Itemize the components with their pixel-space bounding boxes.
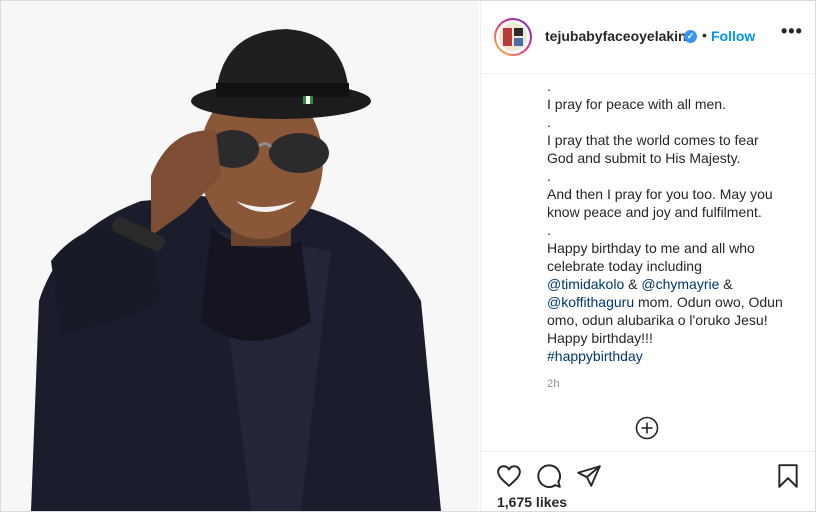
username-link[interactable]: tejubabyfaceoyelakin: [545, 28, 687, 44]
caption-line: .: [547, 168, 551, 184]
caption-line: And then I pray for you too. May you: [547, 186, 773, 202]
share-icon[interactable]: [576, 463, 602, 489]
avatar-graphic: [499, 23, 527, 51]
avatar-ring: [496, 20, 530, 54]
bookmark-glyph: [778, 464, 798, 488]
post-side-panel: tejubabyfaceoyelakin ✓ • Follow ••• . I …: [480, 1, 815, 511]
share-glyph: [577, 465, 601, 487]
post-header: tejubabyfaceoyelakin ✓ • Follow •••: [481, 1, 815, 74]
caption-line: I pray for peace with all men.: [547, 96, 726, 112]
post-timestamp[interactable]: 2h: [547, 378, 560, 390]
mention-link[interactable]: @koffithaguru: [547, 294, 634, 310]
caption-line: I pray that the world comes to fear: [547, 132, 759, 148]
instagram-post-modal: tejubabyfaceoyelakin ✓ • Follow ••• . I …: [0, 0, 816, 512]
mention-link[interactable]: @timidakolo: [547, 276, 624, 292]
caption-hashtag-line: #happybirthday: [547, 347, 797, 365]
caption-mentions-line: @timidakolo & @chymayrie &: [547, 275, 797, 293]
caption-line: God and submit to His Majesty.: [547, 150, 741, 166]
likes-count[interactable]: 1,675 likes: [497, 494, 567, 510]
caption-line: celebrate today including: [547, 258, 702, 274]
caption-text: mom. Odun owo, Odun: [634, 294, 783, 310]
caption-line: omo, odun alubarika o l'oruko Jesu!: [547, 312, 768, 328]
plus-circle-icon[interactable]: [635, 416, 659, 440]
verified-badge-icon: ✓: [684, 30, 697, 43]
avatar[interactable]: [494, 18, 532, 56]
post-photo-illustration: [1, 1, 479, 511]
plus-circle-glyph: [635, 416, 659, 440]
caption-line: .: [547, 114, 551, 130]
hashtag-link[interactable]: #happybirthday: [547, 348, 643, 364]
more-options-icon[interactable]: •••: [781, 22, 802, 43]
comment-icon[interactable]: [536, 463, 562, 489]
bookmark-icon[interactable]: [775, 463, 801, 489]
post-caption: . I pray for peace with all men. . I pra…: [547, 77, 797, 365]
post-photo[interactable]: [1, 1, 479, 511]
caption-line: Happy birthday to me and all who: [547, 240, 755, 256]
separator-dot: •: [702, 27, 707, 43]
follow-button[interactable]: Follow: [711, 28, 755, 44]
caption-mentions-line: @koffithaguru mom. Odun owo, Odun: [547, 293, 797, 311]
caption-line: know peace and joy and fulfilment.: [547, 204, 762, 220]
caption-line: Happy birthday!!!: [547, 330, 653, 346]
heart-icon[interactable]: [496, 463, 522, 489]
caption-line: .: [547, 78, 551, 94]
heart-glyph: [497, 465, 521, 487]
avatar-image: [499, 23, 527, 51]
comment-glyph: [537, 464, 561, 488]
caption-line: .: [547, 222, 551, 238]
mention-link[interactable]: @chymayrie: [641, 276, 719, 292]
caption-text: &: [624, 276, 642, 292]
caption-text: &: [719, 276, 733, 292]
